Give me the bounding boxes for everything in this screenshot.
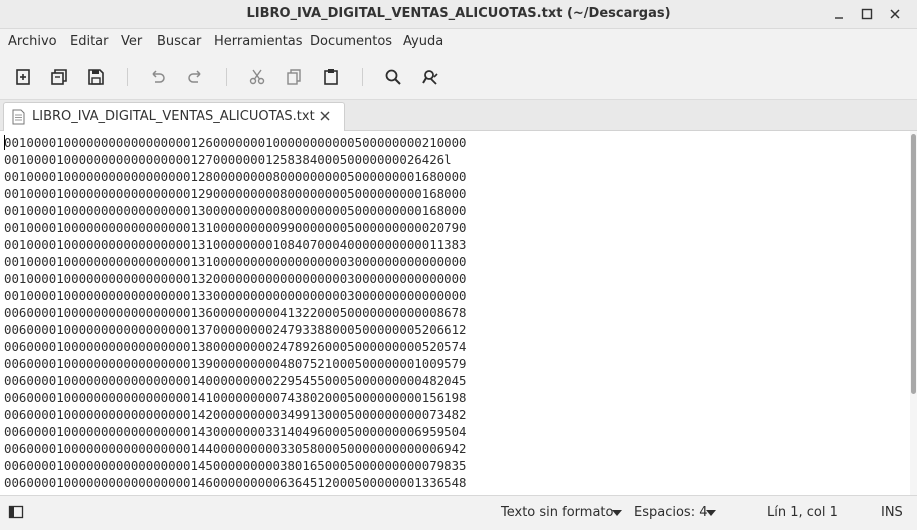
undo-icon [152, 70, 165, 83]
copy-icon [287, 69, 301, 85]
text-line: 0060000100000000000000000144000000000330… [4, 441, 467, 456]
chevron-down-icon [612, 510, 622, 516]
tab-label: LIBRO_IVA_DIGITAL_VENTAS_ALICUOTAS.txt [32, 109, 315, 124]
redo-button[interactable] [184, 66, 206, 88]
menu-editar[interactable]: Editar [70, 34, 109, 49]
menu-ver[interactable]: Ver [121, 34, 142, 49]
minimize-button[interactable] [829, 4, 849, 24]
text-line: 0060000100000000000000000146000000000636… [4, 475, 467, 490]
save-button[interactable] [85, 66, 107, 88]
replace-icon [422, 70, 438, 85]
new-document-button[interactable] [12, 66, 34, 88]
text-editor[interactable]: 0010000100000000000000000126000000010000… [0, 131, 910, 495]
text-line: 0060000100000000000000000145000000000380… [4, 458, 467, 473]
menu-herramientas[interactable]: Herramientas [214, 34, 303, 49]
paste-button[interactable] [320, 66, 342, 88]
text-cursor [4, 135, 5, 150]
toolbar-separator [127, 68, 128, 86]
text-line: 0010000100000000000000000131000000000000… [4, 254, 467, 269]
text-line: 0060000100000000000000000138000000002478… [4, 339, 467, 354]
side-panel-toggle-icon[interactable] [8, 504, 24, 520]
cut-button[interactable] [246, 66, 268, 88]
text-line: 0010000100000000000000000130000000000800… [4, 203, 467, 218]
title-bar: LIBRO_IVA_DIGITAL_VENTAS_ALICUOTAS.txt (… [0, 0, 917, 29]
menu-archivo[interactable]: Archivo [8, 34, 57, 49]
tab-width-selector[interactable]: Espacios: 4 [634, 505, 707, 520]
replace-button[interactable] [419, 66, 441, 88]
text-line: 0060000100000000000000000142000000000349… [4, 407, 467, 422]
text-line: 0060000100000000000000000140000000002295… [4, 373, 467, 388]
text-line: 0010000100000000000000000131000000000990… [4, 220, 467, 235]
chevron-down-icon [706, 510, 716, 516]
cursor-position: Lín 1, col 1 [767, 505, 838, 520]
search-button[interactable] [382, 66, 404, 88]
tab-bar: LIBRO_IVA_DIGITAL_VENTAS_ALICUOTAS.txt [0, 100, 917, 131]
close-icon [890, 9, 900, 19]
text-line: 0010000100000000000000000127000000012583… [4, 152, 452, 167]
close-window-button[interactable] [885, 4, 905, 24]
window-title: LIBRO_IVA_DIGITAL_VENTAS_ALICUOTAS.txt (… [246, 6, 671, 21]
search-icon [385, 69, 401, 85]
toolbar [0, 55, 917, 100]
new-document-icon [16, 69, 30, 85]
tab-close-icon[interactable] [318, 109, 332, 123]
copy-button[interactable] [283, 66, 305, 88]
toolbar-separator [362, 68, 363, 86]
text-line: 0010000100000000000000000126000000010000… [4, 135, 467, 150]
insert-mode[interactable]: INS [881, 505, 903, 520]
text-line: 0010000100000000000000000133000000000000… [4, 288, 467, 303]
text-line: 0010000100000000000000000132000000000000… [4, 271, 467, 286]
toolbar-separator [226, 68, 227, 86]
document-tab[interactable]: LIBRO_IVA_DIGITAL_VENTAS_ALICUOTAS.txt [3, 102, 345, 131]
text-file-icon [12, 109, 25, 125]
cut-icon [249, 69, 265, 85]
scrollbar-thumb[interactable] [911, 134, 916, 394]
text-line: 0010000100000000000000000131000000001084… [4, 237, 467, 252]
save-icon [88, 69, 104, 85]
text-line: 0060000100000000000000000136000000000413… [4, 305, 467, 320]
text-line: 0060000100000000000000000139000000000480… [4, 356, 467, 371]
menu-ayuda[interactable]: Ayuda [403, 34, 443, 49]
text-line: 0060000100000000000000000143000000033140… [4, 424, 467, 439]
text-line: 0060000100000000000000000137000000002479… [4, 322, 467, 337]
menu-bar: Archivo Editar Ver Buscar Herramientas D… [0, 29, 917, 55]
text-line: 0010000100000000000000000128000000008000… [4, 169, 467, 184]
menu-documentos[interactable]: Documentos [310, 34, 392, 49]
maximize-icon [861, 8, 873, 20]
text-line: 0060000100000000000000000141000000000743… [4, 390, 467, 405]
redo-icon [188, 70, 201, 83]
open-document-button[interactable] [48, 66, 70, 88]
status-bar: Texto sin formato Espacios: 4 Lín 1, col… [0, 495, 917, 530]
vertical-scrollbar[interactable] [910, 131, 917, 495]
text-line: 0010000100000000000000000129000000000800… [4, 186, 467, 201]
minimize-icon [835, 17, 843, 19]
language-selector[interactable]: Texto sin formato [501, 505, 613, 520]
menu-buscar[interactable]: Buscar [157, 34, 201, 49]
maximize-button[interactable] [857, 4, 877, 24]
open-document-icon [51, 69, 67, 85]
undo-button[interactable] [147, 66, 169, 88]
paste-icon [324, 69, 338, 85]
editor-lines: 0010000100000000000000000126000000010000… [4, 134, 467, 495]
